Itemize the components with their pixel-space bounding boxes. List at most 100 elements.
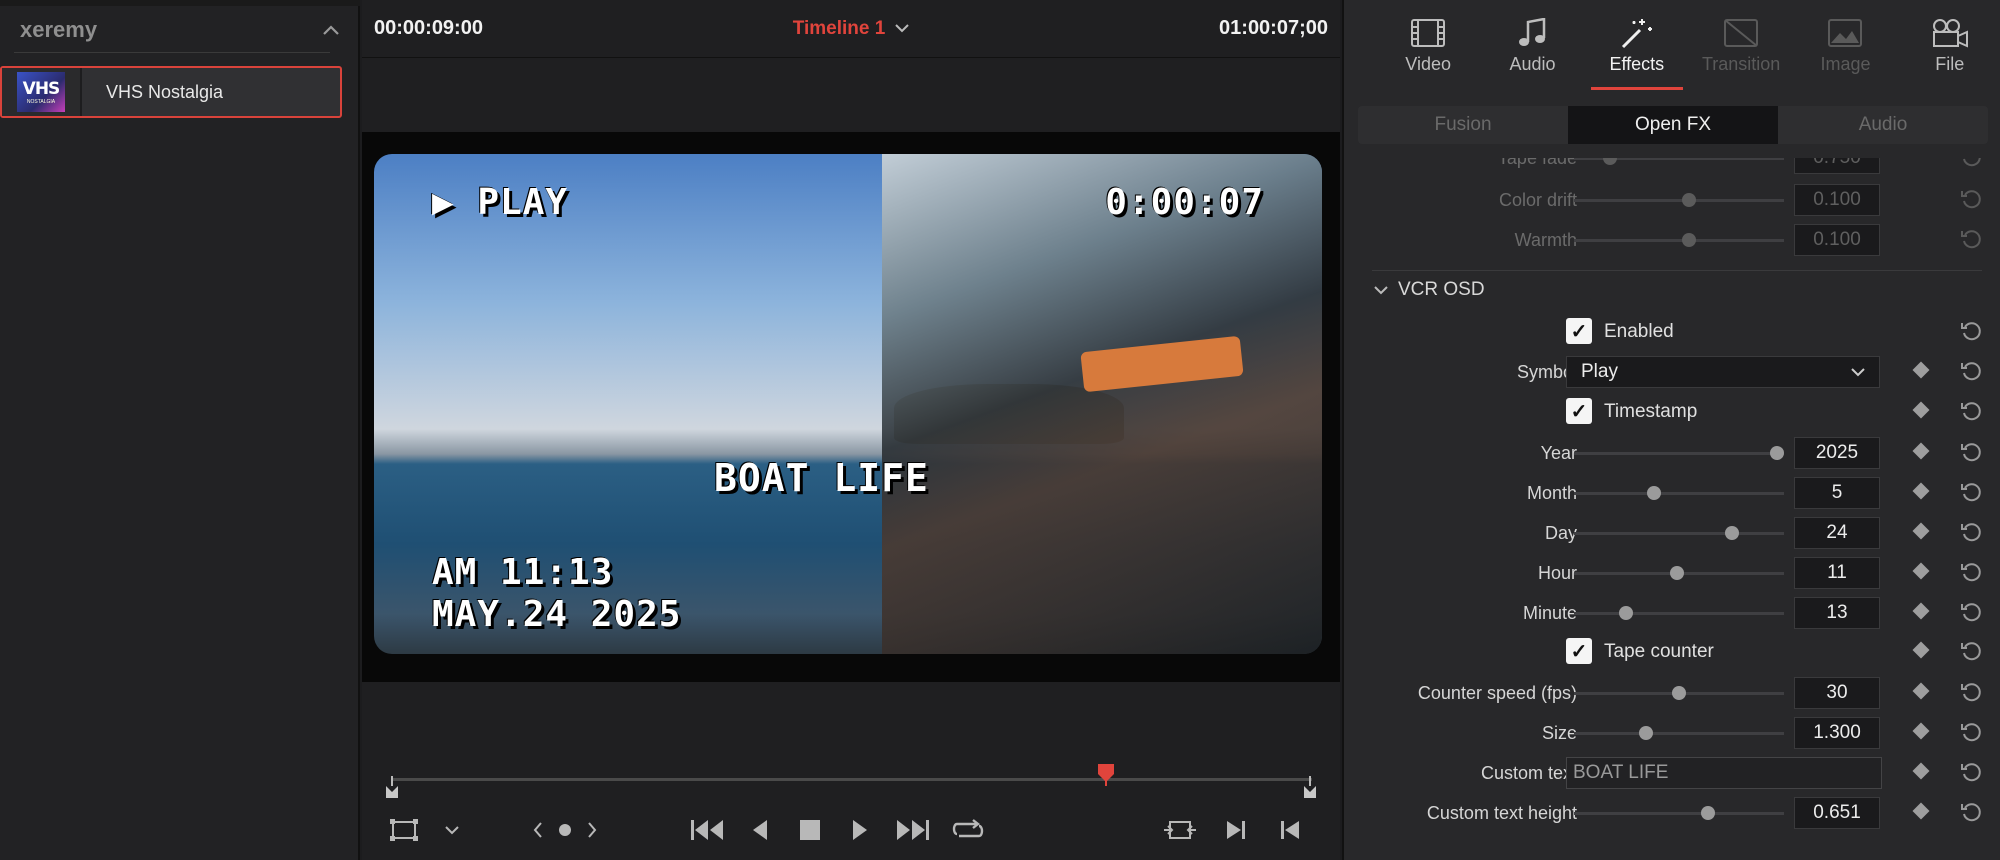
loop-icon[interactable] bbox=[948, 808, 988, 852]
keyframe-icon[interactable] bbox=[1912, 442, 1930, 460]
enabled-checkbox[interactable]: ✓ bbox=[1566, 318, 1592, 344]
reset-icon[interactable] bbox=[1960, 400, 1982, 422]
reset-icon[interactable] bbox=[1960, 681, 1982, 703]
reset-icon[interactable] bbox=[1960, 188, 1982, 210]
slider-knob[interactable] bbox=[1646, 486, 1661, 500]
reset-icon[interactable] bbox=[1960, 721, 1982, 743]
param-value[interactable]: 2025 bbox=[1794, 437, 1880, 469]
keyframe-icon[interactable] bbox=[1912, 682, 1930, 700]
playhead-icon[interactable] bbox=[1098, 764, 1114, 786]
slider-knob[interactable] bbox=[1681, 193, 1696, 207]
subtab-audio[interactable]: Audio bbox=[1778, 106, 1988, 144]
reset-icon[interactable] bbox=[1960, 481, 1982, 503]
reset-icon[interactable] bbox=[1960, 360, 1982, 382]
reset-icon[interactable] bbox=[1960, 228, 1982, 250]
param-value[interactable]: 0.651 bbox=[1794, 797, 1880, 829]
param-slider[interactable] bbox=[1574, 686, 1784, 700]
go-to-start-icon[interactable] bbox=[688, 808, 728, 852]
tab-effects[interactable]: Effects bbox=[1585, 0, 1689, 92]
slider-knob[interactable] bbox=[1603, 158, 1618, 165]
play-icon[interactable] bbox=[842, 808, 878, 852]
param-value[interactable]: 5 bbox=[1794, 477, 1880, 509]
subtab-open-fx[interactable]: Open FX bbox=[1568, 106, 1778, 144]
media-pool-header[interactable]: xeremy bbox=[0, 6, 360, 54]
viewer-size-icon[interactable] bbox=[386, 808, 422, 852]
keyframe-icon[interactable] bbox=[1912, 562, 1930, 580]
param-slider[interactable] bbox=[1574, 726, 1784, 740]
keyframe-icon[interactable] bbox=[1912, 641, 1930, 659]
chevron-down-icon[interactable] bbox=[440, 808, 464, 852]
param-slider[interactable] bbox=[1574, 446, 1784, 460]
param-value[interactable]: 11 bbox=[1794, 557, 1880, 589]
param-value[interactable]: 24 bbox=[1794, 517, 1880, 549]
param-slider[interactable] bbox=[1574, 233, 1784, 247]
slider-knob[interactable] bbox=[1681, 233, 1696, 247]
custom-text-input[interactable]: BOAT LIFE bbox=[1566, 757, 1882, 789]
chevron-up-icon[interactable] bbox=[322, 19, 340, 42]
out-point-marker-icon[interactable] bbox=[1304, 776, 1316, 798]
chevron-down-icon[interactable] bbox=[1374, 285, 1388, 295]
keyframe-icon[interactable] bbox=[1912, 602, 1930, 620]
reset-icon[interactable] bbox=[1960, 561, 1982, 583]
param-value[interactable]: 0.100 bbox=[1794, 224, 1880, 256]
scrubber-track[interactable] bbox=[392, 778, 1312, 781]
tab-audio[interactable]: Audio bbox=[1480, 0, 1584, 92]
play-reverse-icon[interactable] bbox=[742, 808, 778, 852]
keyframe-icon[interactable] bbox=[1912, 361, 1930, 379]
param-slider[interactable] bbox=[1574, 566, 1784, 580]
match-frame-icon[interactable] bbox=[1160, 808, 1200, 852]
reset-icon[interactable] bbox=[1960, 761, 1982, 783]
reset-icon[interactable] bbox=[1960, 441, 1982, 463]
tab-image[interactable]: Image bbox=[1793, 0, 1897, 92]
keyframe-icon[interactable] bbox=[1912, 401, 1930, 419]
tape-counter-checkbox[interactable]: ✓ bbox=[1566, 638, 1592, 664]
media-clip-item[interactable]: VHS NOSTALGIA VHS Nostalgia bbox=[0, 66, 342, 118]
param-value[interactable]: 1.300 bbox=[1794, 717, 1880, 749]
stop-icon[interactable] bbox=[792, 808, 828, 852]
tab-video[interactable]: Video bbox=[1376, 0, 1480, 92]
slider-knob[interactable] bbox=[1638, 726, 1653, 740]
reset-icon[interactable] bbox=[1960, 801, 1982, 823]
keyframe-icon[interactable] bbox=[1912, 522, 1930, 540]
slider-knob[interactable] bbox=[1672, 686, 1686, 700]
param-slider[interactable] bbox=[1574, 526, 1784, 540]
section-header-vcr-osd[interactable]: VCR OSD bbox=[1374, 272, 1974, 308]
jog-control[interactable] bbox=[530, 808, 600, 852]
slider-knob[interactable] bbox=[1724, 526, 1739, 540]
keyframe-icon[interactable] bbox=[1912, 722, 1930, 740]
reset-icon[interactable] bbox=[1960, 521, 1982, 543]
reset-icon[interactable] bbox=[1960, 320, 1982, 342]
param-value[interactable]: 30 bbox=[1794, 677, 1880, 709]
param-slider[interactable] bbox=[1574, 486, 1784, 500]
timeline-selector[interactable]: Timeline 1 bbox=[793, 18, 910, 40]
timestamp-checkbox[interactable]: ✓ bbox=[1566, 398, 1592, 424]
reset-icon[interactable] bbox=[1960, 640, 1982, 662]
keyframe-icon[interactable] bbox=[1912, 482, 1930, 500]
symbol-dropdown[interactable]: Play bbox=[1566, 356, 1880, 388]
param-value[interactable]: 0.100 bbox=[1794, 184, 1880, 216]
tab-transition[interactable]: Transition bbox=[1689, 0, 1793, 92]
tab-file[interactable]: File bbox=[1898, 0, 2000, 92]
slider-knob[interactable] bbox=[1701, 806, 1716, 820]
slider-knob[interactable] bbox=[1619, 606, 1634, 620]
keyframe-icon[interactable] bbox=[1912, 802, 1930, 820]
previous-edit-icon[interactable] bbox=[1272, 808, 1308, 852]
chevron-down-icon[interactable] bbox=[895, 20, 910, 38]
go-to-end-icon[interactable] bbox=[892, 808, 932, 852]
reset-icon[interactable] bbox=[1960, 158, 1982, 168]
param-slider[interactable] bbox=[1574, 806, 1784, 820]
param-slider[interactable] bbox=[1574, 158, 1784, 165]
scrubber-bar[interactable] bbox=[362, 760, 1340, 800]
param-value[interactable]: 13 bbox=[1794, 597, 1880, 629]
param-slider[interactable] bbox=[1574, 606, 1784, 620]
slider-knob[interactable] bbox=[1770, 446, 1784, 460]
slider-knob[interactable] bbox=[1670, 566, 1685, 580]
in-point-marker-icon[interactable] bbox=[386, 776, 398, 798]
keyframe-icon[interactable] bbox=[1912, 762, 1930, 780]
param-slider[interactable] bbox=[1574, 193, 1784, 207]
reset-icon[interactable] bbox=[1960, 601, 1982, 623]
param-value[interactable]: 0.750 bbox=[1794, 158, 1880, 174]
next-edit-icon[interactable] bbox=[1218, 808, 1254, 852]
subtab-fusion[interactable]: Fusion bbox=[1358, 106, 1568, 144]
video-frame[interactable]: ▶ PLAY 0:00:07 BOAT LIFE AM 11:13 MAY.24… bbox=[362, 132, 1340, 682]
